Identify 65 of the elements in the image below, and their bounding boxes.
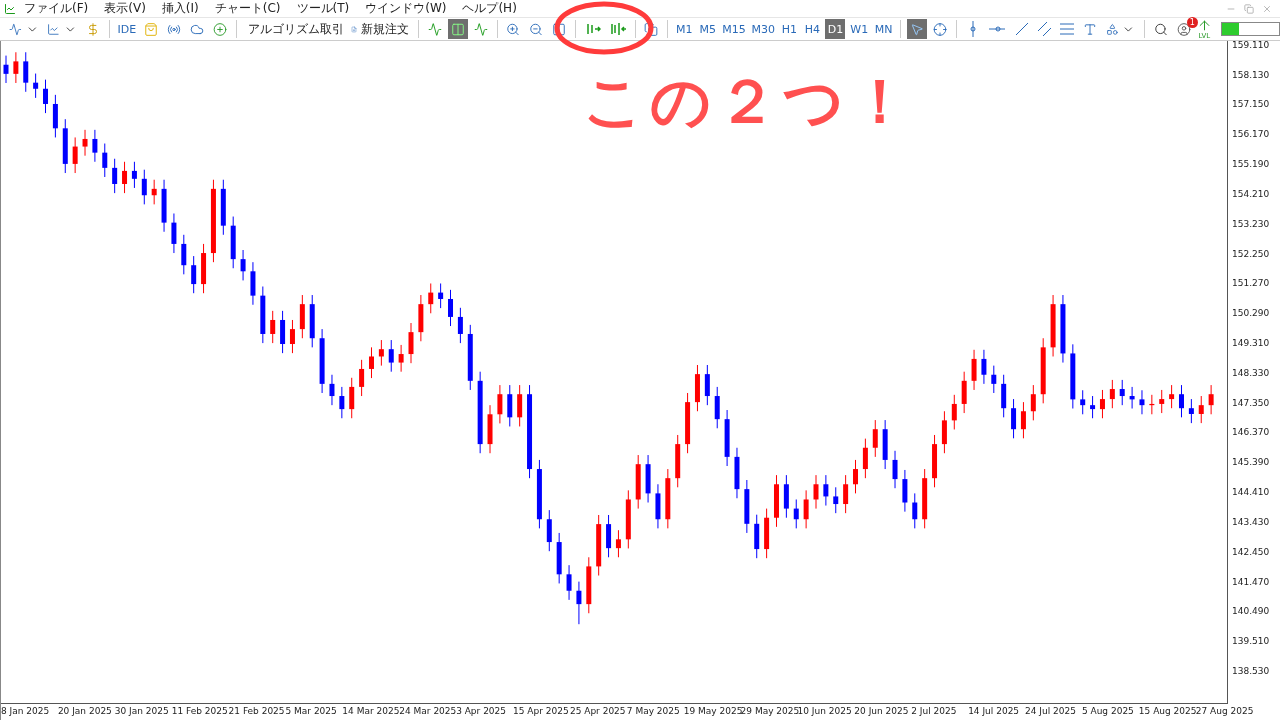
menu-item[interactable]: 挿入(I) [153, 0, 207, 17]
notification-badge: 1 [1186, 17, 1198, 28]
price-label: 146.370 [1232, 427, 1270, 438]
price-label: 153.230 [1232, 218, 1270, 229]
price-label: 139.510 [1232, 636, 1270, 647]
date-label: 10 Jun 2025 [797, 705, 853, 718]
price-label: 144.410 [1232, 487, 1270, 498]
timeframe-tab[interactable]: W1 [848, 19, 870, 39]
price-label: 147.350 [1232, 397, 1270, 408]
date-label: 15 Aug 2025 [1138, 705, 1196, 718]
algo-trading-button[interactable]: アルゴリズム取引 [242, 19, 345, 39]
new-order-button[interactable]: 新規注文 [347, 19, 412, 39]
ide-button[interactable]: IDE [115, 19, 138, 39]
price-label: 157.150 [1232, 99, 1270, 110]
timeframe-tab[interactable]: M1 [674, 19, 695, 39]
date-label: 20 Jan 2025 [57, 705, 113, 718]
date-label: 5 Aug 2025 [1081, 705, 1135, 718]
date-label: 11 Feb 2025 [171, 705, 229, 718]
date-label: 24 Jul 2025 [1025, 705, 1077, 718]
timeframe-tab[interactable]: M15 [720, 19, 748, 39]
price-label: 149.310 [1232, 338, 1270, 348]
date-label: 14 Jul 2025 [968, 705, 1021, 718]
timeframe-tab[interactable]: M30 [750, 19, 777, 39]
price-label: 141.470 [1232, 576, 1270, 587]
price-label: 152.250 [1232, 248, 1270, 259]
date-label: 25 Apr 2025 [569, 705, 627, 718]
date-label: 7 May 2025 [626, 705, 681, 718]
date-label: 21 Feb 2025 [228, 705, 286, 718]
price-label: 145.390 [1232, 457, 1270, 468]
annotation-text: この２つ！ [583, 65, 916, 138]
date-label: 2 Jul 2025 [911, 705, 958, 718]
price-label: 140.490 [1232, 606, 1270, 617]
date-label: 20 Jun 2025 [854, 705, 910, 718]
price-label: 138.530 [1232, 665, 1270, 676]
price-label: 150.290 [1232, 308, 1270, 319]
price-label: 156.170 [1232, 129, 1270, 140]
date-label: 29 May 2025 [740, 705, 798, 718]
timeframe-tab[interactable]: H1 [779, 19, 800, 39]
price-label: 151.270 [1232, 278, 1270, 289]
price-label: 158.130 [1232, 69, 1270, 80]
price-label: 148.330 [1232, 367, 1270, 378]
price-label: 143.430 [1232, 516, 1270, 527]
timeframe-tab[interactable]: D1 [825, 19, 846, 39]
price-label: 155.190 [1232, 159, 1270, 170]
price-label: 142.450 [1232, 546, 1270, 557]
menu-item[interactable]: 表示(V) [96, 0, 154, 17]
menu-item[interactable]: ツール(T) [288, 0, 358, 17]
menu-item[interactable]: ファイル(F) [16, 0, 97, 17]
date-label: 5 Mar 2025 [285, 705, 338, 718]
date-label: 8 Jan 2025 [1, 705, 51, 718]
menu-item[interactable]: ヘルプ(H) [454, 0, 525, 17]
timeframe-tab[interactable]: H4 [802, 19, 823, 39]
menu-item[interactable]: チャート(C) [206, 0, 289, 17]
date-label: 27 Aug 2025 [1195, 705, 1253, 718]
date-label: 19 May 2025 [683, 705, 741, 718]
timeframe-tab[interactable]: M5 [697, 19, 718, 39]
date-label: 15 Apr 2025 [513, 705, 570, 718]
date-label: 30 Jan 2025 [114, 705, 170, 718]
price-label: 154.210 [1232, 188, 1270, 199]
date-label: 3 Apr 2025 [456, 705, 508, 718]
price-label: 159.110 [1232, 39, 1270, 50]
timeframe-tab[interactable]: MN [872, 19, 895, 39]
menu-item[interactable]: ウインドウ(W) [357, 0, 455, 17]
date-label: 14 Mar 2025 [342, 705, 400, 718]
date-label: 24 Mar 2025 [399, 705, 457, 718]
